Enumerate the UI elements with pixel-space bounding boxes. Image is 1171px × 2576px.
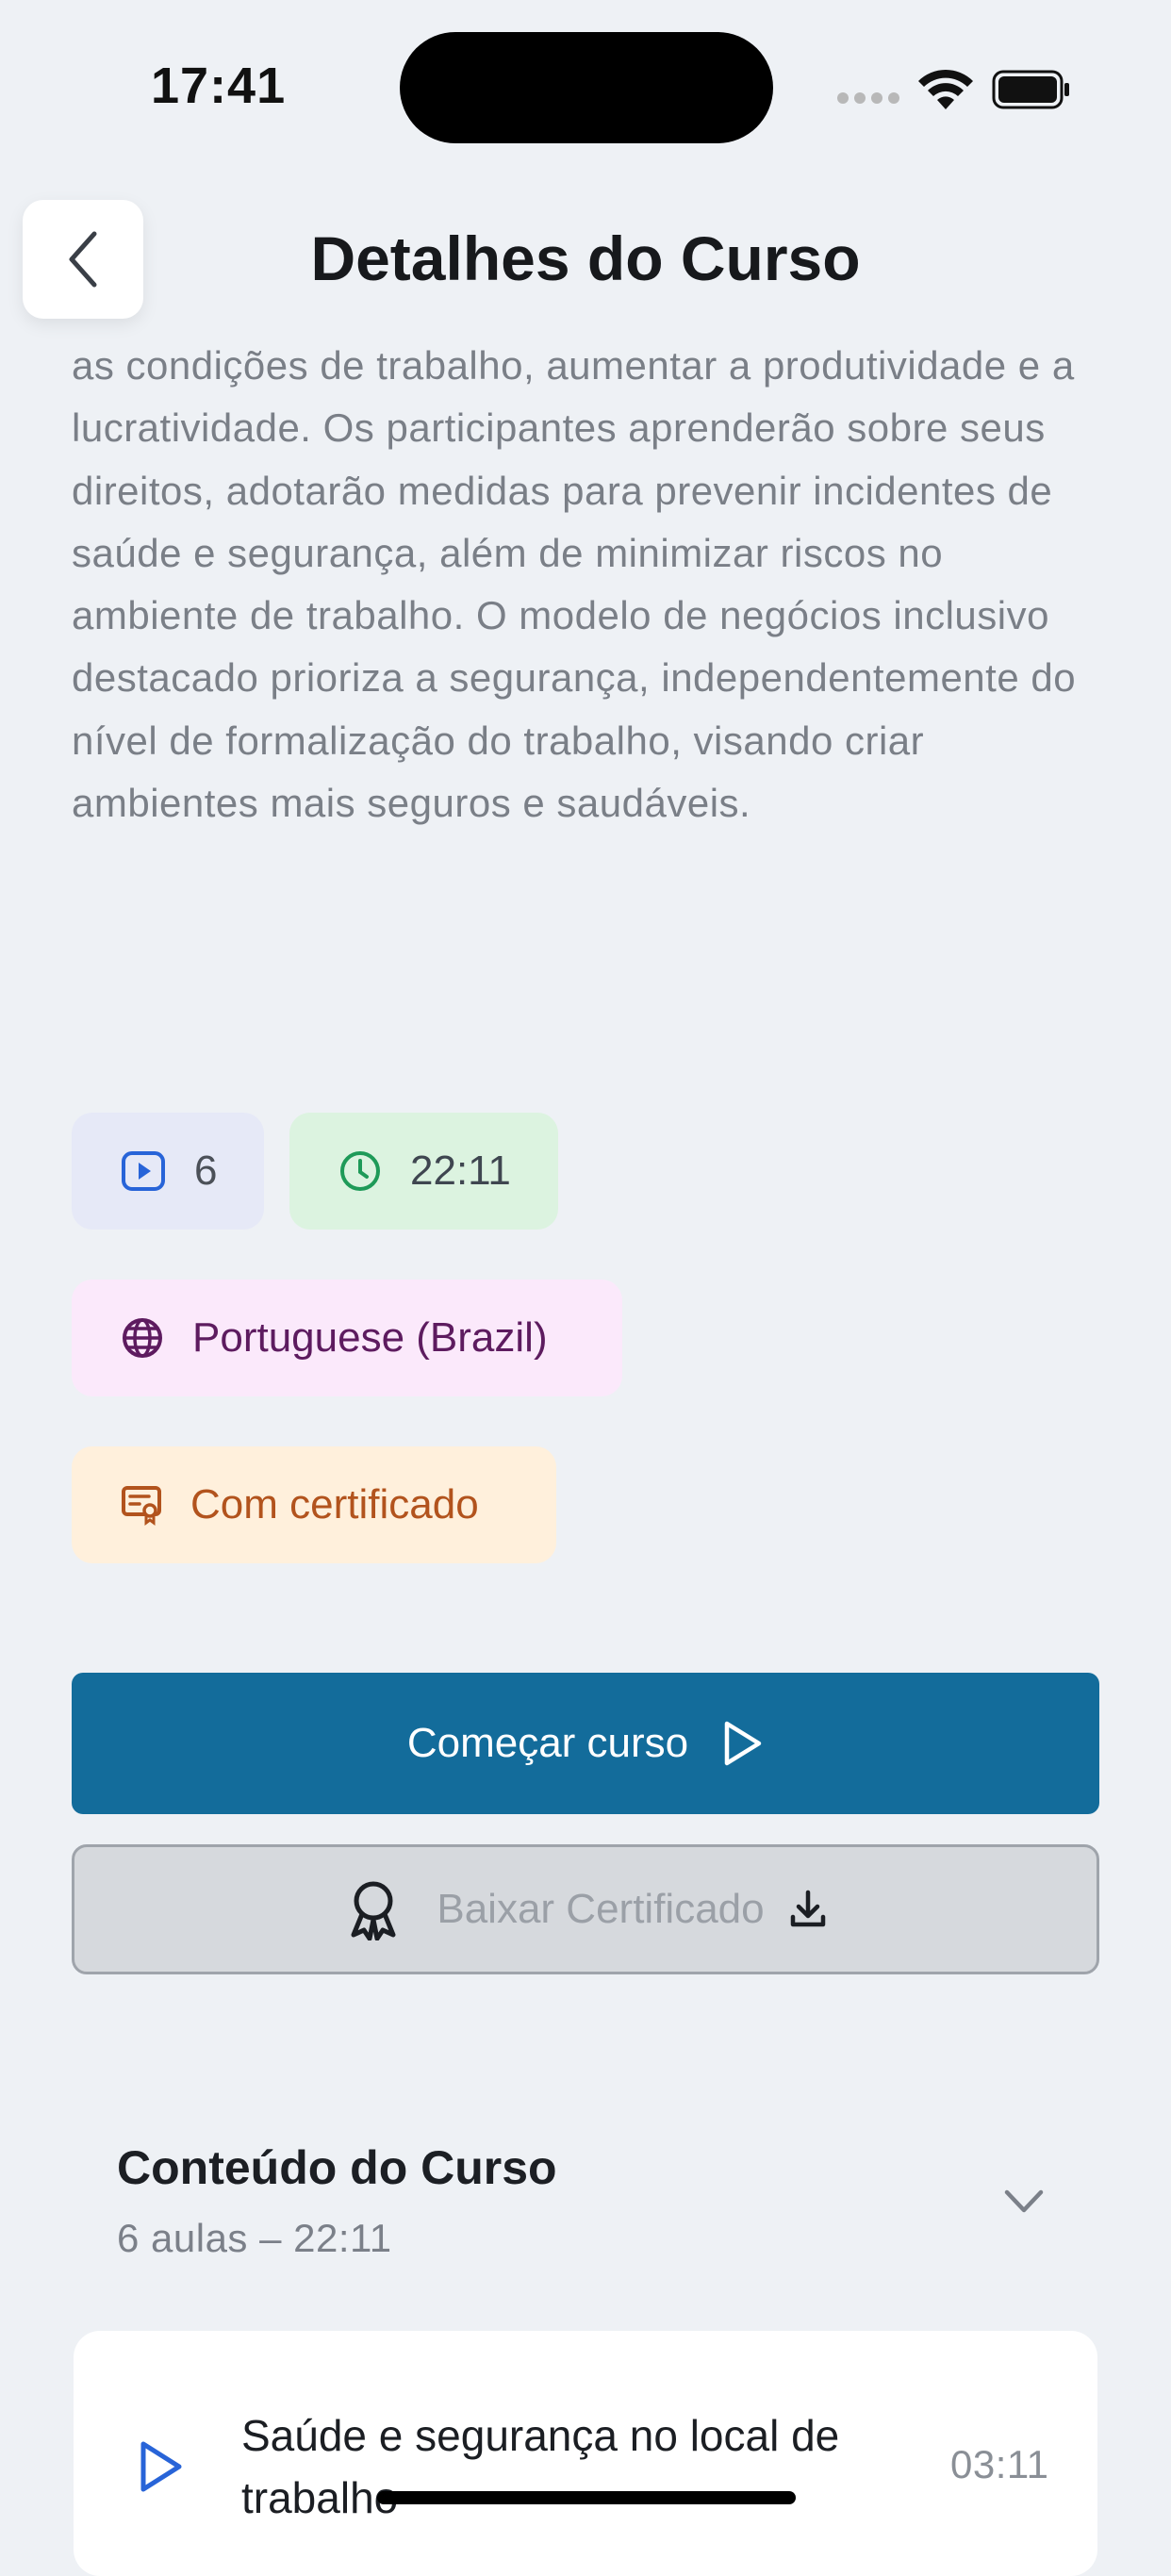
- start-course-label: Começar curso: [406, 1720, 689, 1766]
- battery-icon: [992, 70, 1069, 109]
- start-course-button[interactable]: Começar curso: [72, 1673, 1099, 1814]
- wifi-icon: [918, 69, 973, 109]
- home-indicator: [377, 2491, 796, 2504]
- page-title: Detalhes do Curso: [310, 223, 861, 293]
- duration-value: 22:11: [410, 1148, 511, 1194]
- language-chip: Portuguese (Brazil): [72, 1280, 622, 1396]
- cellular-signal-icon: [837, 92, 899, 104]
- video-icon: [122, 1151, 165, 1191]
- status-time: 17:41: [151, 58, 287, 114]
- course-content-summary: 6 aulas – 22:11: [117, 2216, 392, 2260]
- lessons-count: 6: [194, 1148, 218, 1194]
- globe-icon: [123, 1318, 162, 1358]
- lesson-title: Saúde e segurança no local de trabalho: [241, 2411, 840, 2522]
- certificate-icon: [122, 1486, 161, 1526]
- certificate-label: Com certificado: [190, 1481, 479, 1527]
- download-icon: [790, 1890, 825, 1927]
- lessons-count-chip: 6: [72, 1113, 264, 1230]
- chevron-down-icon[interactable]: [1003, 2188, 1045, 2216]
- course-content-title: Conteúdo do Curso: [117, 2141, 557, 2194]
- award-icon: [351, 1881, 396, 1940]
- clock-icon: [340, 1151, 380, 1191]
- duration-chip: 22:11: [289, 1113, 558, 1230]
- download-certificate-label: Baixar Certificado: [437, 1886, 765, 1932]
- certificate-chip: Com certificado: [72, 1446, 556, 1563]
- language-value: Portuguese (Brazil): [192, 1314, 548, 1361]
- course-description: as condições de trabalho, aumentar a pro…: [72, 343, 1077, 826]
- play-icon: [140, 2441, 182, 2492]
- play-icon: [724, 1721, 762, 1766]
- dynamic-island: [400, 32, 773, 143]
- lesson-duration: 03:11: [950, 2442, 1049, 2486]
- download-certificate-button[interactable]: Baixar Certificado: [72, 1844, 1099, 1974]
